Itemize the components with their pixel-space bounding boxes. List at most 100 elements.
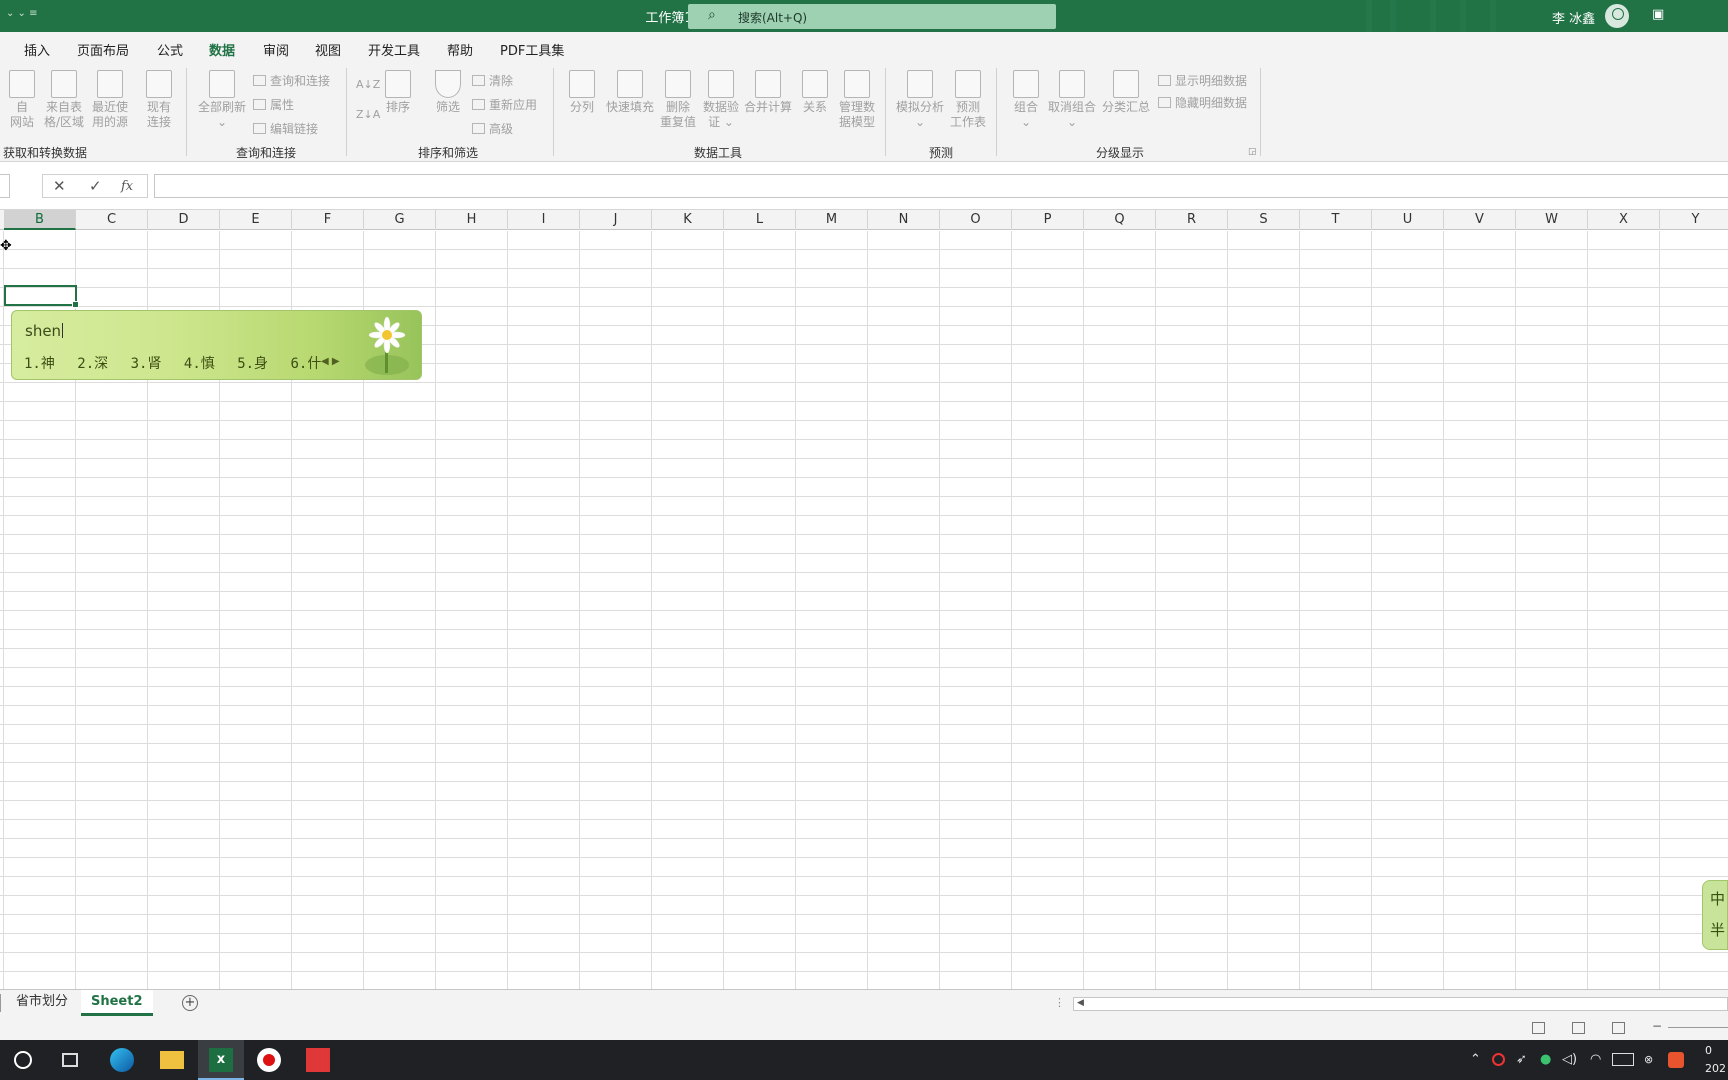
recent-sources-button[interactable]: 最近使 用的源 bbox=[88, 70, 132, 130]
clear-filter-button[interactable]: 清除 bbox=[472, 72, 513, 89]
active-cell[interactable] bbox=[4, 285, 79, 308]
file-explorer-icon[interactable] bbox=[160, 1051, 184, 1069]
column-header[interactable]: O bbox=[940, 210, 1012, 230]
existing-connections-button[interactable]: 现有 连接 bbox=[140, 70, 178, 130]
edge-icon[interactable] bbox=[110, 1048, 134, 1072]
column-header[interactable]: E bbox=[220, 210, 292, 230]
ime-page-arrows-icon[interactable]: ◀ ▶ bbox=[321, 356, 340, 367]
column-header[interactable]: H bbox=[436, 210, 508, 230]
column-header[interactable]: Q bbox=[1084, 210, 1156, 230]
hide-detail-button[interactable]: 隐藏明细数据 bbox=[1158, 94, 1247, 111]
excel-icon[interactable]: x bbox=[209, 1048, 233, 1072]
sort-ascending-button[interactable]: A↓Z bbox=[356, 78, 380, 91]
network-icon[interactable]: ◠ bbox=[1590, 1052, 1601, 1067]
ribbon-display-options-icon[interactable]: ▣ bbox=[1652, 7, 1664, 22]
recorder-icon[interactable] bbox=[257, 1048, 281, 1072]
name-box[interactable] bbox=[0, 174, 10, 198]
advanced-filter-button[interactable]: 高级 bbox=[472, 120, 513, 137]
ungroup-button[interactable]: 取消组合 ⌄ bbox=[1046, 70, 1098, 130]
search-box[interactable]: ⌕ 搜索(Alt+Q) bbox=[688, 4, 1056, 29]
page-break-view-icon[interactable] bbox=[1612, 1022, 1625, 1034]
ime-candidate[interactable]: 4.慎 bbox=[184, 356, 215, 372]
tray-close-icon[interactable]: ⊗ bbox=[1644, 1053, 1653, 1066]
cancel-icon[interactable]: ✕ bbox=[53, 177, 66, 195]
column-header[interactable]: R bbox=[1156, 210, 1228, 230]
column-header[interactable]: C bbox=[76, 210, 148, 230]
ime-candidate[interactable]: 5.身 bbox=[237, 356, 268, 372]
column-header[interactable]: M bbox=[796, 210, 868, 230]
ime-mode-chinese[interactable]: 中 bbox=[1710, 888, 1725, 909]
column-header[interactable]: Y bbox=[1660, 210, 1728, 230]
column-header[interactable]: X bbox=[1588, 210, 1660, 230]
column-header[interactable]: V bbox=[1444, 210, 1516, 230]
sort-button[interactable]: 排序 bbox=[380, 70, 416, 115]
ime-candidate[interactable]: 1.神 bbox=[24, 356, 55, 372]
sheet-tab-2[interactable]: Sheet2 bbox=[81, 990, 153, 1016]
tab-page-layout[interactable]: 页面布局 bbox=[77, 40, 129, 59]
tab-data[interactable]: 数据 bbox=[209, 40, 236, 67]
formula-input[interactable] bbox=[154, 174, 1728, 198]
sheet-nav[interactable] bbox=[0, 994, 4, 1012]
from-table-button[interactable]: 来自表 格/区域 bbox=[42, 70, 86, 130]
ime-toolbar[interactable]: 中 半 bbox=[1702, 880, 1728, 950]
column-header[interactable]: K bbox=[652, 210, 724, 230]
group-button[interactable]: 组合 ⌄ bbox=[1008, 70, 1044, 130]
user-avatar-icon[interactable] bbox=[1605, 4, 1629, 28]
column-header[interactable]: J bbox=[580, 210, 652, 230]
column-header[interactable]: N bbox=[868, 210, 940, 230]
volume-icon[interactable]: ◁) bbox=[1562, 1052, 1577, 1067]
show-detail-button[interactable]: 显示明细数据 bbox=[1158, 72, 1247, 89]
column-header[interactable]: D bbox=[148, 210, 220, 230]
properties-button[interactable]: 属性 bbox=[253, 96, 294, 113]
sogou-ime-icon[interactable] bbox=[1668, 1052, 1684, 1068]
filter-button[interactable]: 筛选 bbox=[430, 70, 466, 115]
tab-formulas[interactable]: 公式 bbox=[157, 40, 183, 59]
column-header[interactable]: T bbox=[1300, 210, 1372, 230]
sort-descending-button[interactable]: Z↓A bbox=[356, 108, 380, 121]
keyboard-icon[interactable] bbox=[1612, 1053, 1634, 1066]
ime-mode-halfwidth[interactable]: 半 bbox=[1710, 919, 1725, 940]
horizontal-scrollbar[interactable]: ◀ bbox=[1073, 997, 1728, 1011]
tray-overflow-icon[interactable]: ⌃ bbox=[1470, 1052, 1481, 1067]
column-header[interactable]: I bbox=[508, 210, 580, 230]
app-icon[interactable] bbox=[306, 1048, 330, 1072]
data-model-button[interactable]: 管理数 据模型 bbox=[836, 70, 878, 130]
flash-fill-button[interactable]: 快速填充 bbox=[604, 70, 656, 115]
text-to-columns-button[interactable]: 分列 bbox=[564, 70, 600, 115]
cortana-icon[interactable] bbox=[14, 1051, 32, 1069]
what-if-analysis-button[interactable]: 模拟分析 ⌄ bbox=[894, 70, 946, 130]
remove-duplicates-button[interactable]: 删除 重复值 bbox=[658, 70, 698, 130]
reapply-button[interactable]: 重新应用 bbox=[472, 96, 537, 113]
column-header[interactable]: W bbox=[1516, 210, 1588, 230]
tray-pin-icon[interactable]: ➶ bbox=[1516, 1052, 1527, 1067]
sheet-tab-1[interactable]: 省市划分 bbox=[6, 990, 78, 1016]
consolidate-button[interactable]: 合并计算 bbox=[742, 70, 794, 115]
tab-pdf-tools[interactable]: PDF工具集 bbox=[500, 40, 564, 59]
tray-record-icon[interactable] bbox=[1492, 1053, 1505, 1066]
tab-insert[interactable]: 插入 bbox=[24, 40, 50, 59]
refresh-all-button[interactable]: 全部刷新 ⌄ bbox=[196, 70, 248, 130]
column-header[interactable]: F bbox=[292, 210, 364, 230]
task-view-icon[interactable] bbox=[62, 1053, 78, 1067]
column-header[interactable]: S bbox=[1228, 210, 1300, 230]
insert-function-icon[interactable]: fx bbox=[121, 179, 133, 194]
user-name[interactable]: 李 冰鑫 bbox=[1552, 8, 1595, 27]
clock[interactable]: 0 202 bbox=[1705, 1042, 1726, 1078]
relationships-button[interactable]: 关系 bbox=[798, 70, 832, 115]
column-header[interactable]: G bbox=[364, 210, 436, 230]
queries-connections-button[interactable]: 查询和连接 bbox=[253, 72, 330, 89]
column-header[interactable]: L bbox=[724, 210, 796, 230]
edit-links-button[interactable]: 编辑链接 bbox=[253, 120, 318, 137]
column-header[interactable]: B bbox=[4, 210, 76, 230]
column-header[interactable]: P bbox=[1012, 210, 1084, 230]
subtotal-button[interactable]: 分类汇总 bbox=[1100, 70, 1152, 115]
tab-view[interactable]: 视图 bbox=[315, 40, 341, 59]
scroll-left-icon[interactable]: ◀ bbox=[1077, 998, 1084, 1008]
tab-review[interactable]: 审阅 bbox=[263, 40, 289, 59]
zoom-out-icon[interactable]: − bbox=[1652, 1019, 1662, 1033]
ime-candidate[interactable]: 6.什 bbox=[290, 356, 321, 372]
tab-help[interactable]: 帮助 bbox=[447, 40, 473, 59]
data-validation-button[interactable]: 数据验 证 ⌄ bbox=[700, 70, 742, 130]
column-header[interactable]: U bbox=[1372, 210, 1444, 230]
wechat-icon[interactable]: ● bbox=[1540, 1052, 1551, 1067]
